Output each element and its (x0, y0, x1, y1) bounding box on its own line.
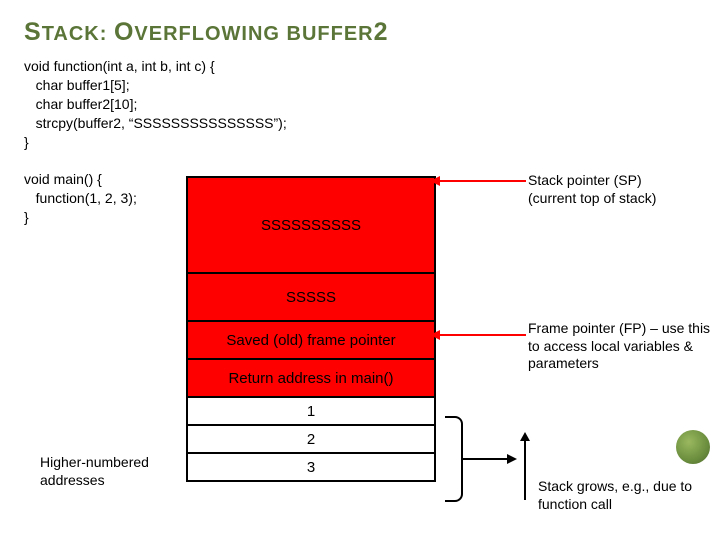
cell-buffer1: SSSSS (186, 272, 436, 322)
decorative-sphere-icon (676, 430, 710, 464)
args-brace (445, 416, 463, 502)
higher-addresses-label: Higher-numbered addresses (40, 454, 180, 489)
stack-column: SSSSSSSSSS SSSSS Saved (old) frame point… (186, 178, 436, 482)
cell-buffer2: SSSSSSSSSS (186, 176, 436, 274)
slide-title: STACK: OVERFLOWING BUFFER2 (24, 18, 696, 47)
sp-label: Stack pointer (SP) (current top of stack… (528, 172, 713, 207)
stack-grows-label: Stack grows, e.g., due to function call (538, 478, 710, 513)
cell-arg-1: 1 (186, 396, 436, 426)
cell-arg-3: 3 (186, 452, 436, 482)
cell-arg-2: 2 (186, 424, 436, 454)
stack-grows-arrow (524, 440, 526, 500)
cell-saved-fp: Saved (old) frame pointer (186, 320, 436, 360)
cell-return-addr: Return address in main() (186, 358, 436, 398)
args-brace-tip (507, 454, 517, 464)
fp-label: Frame pointer (FP) – use this to access … (528, 320, 713, 373)
